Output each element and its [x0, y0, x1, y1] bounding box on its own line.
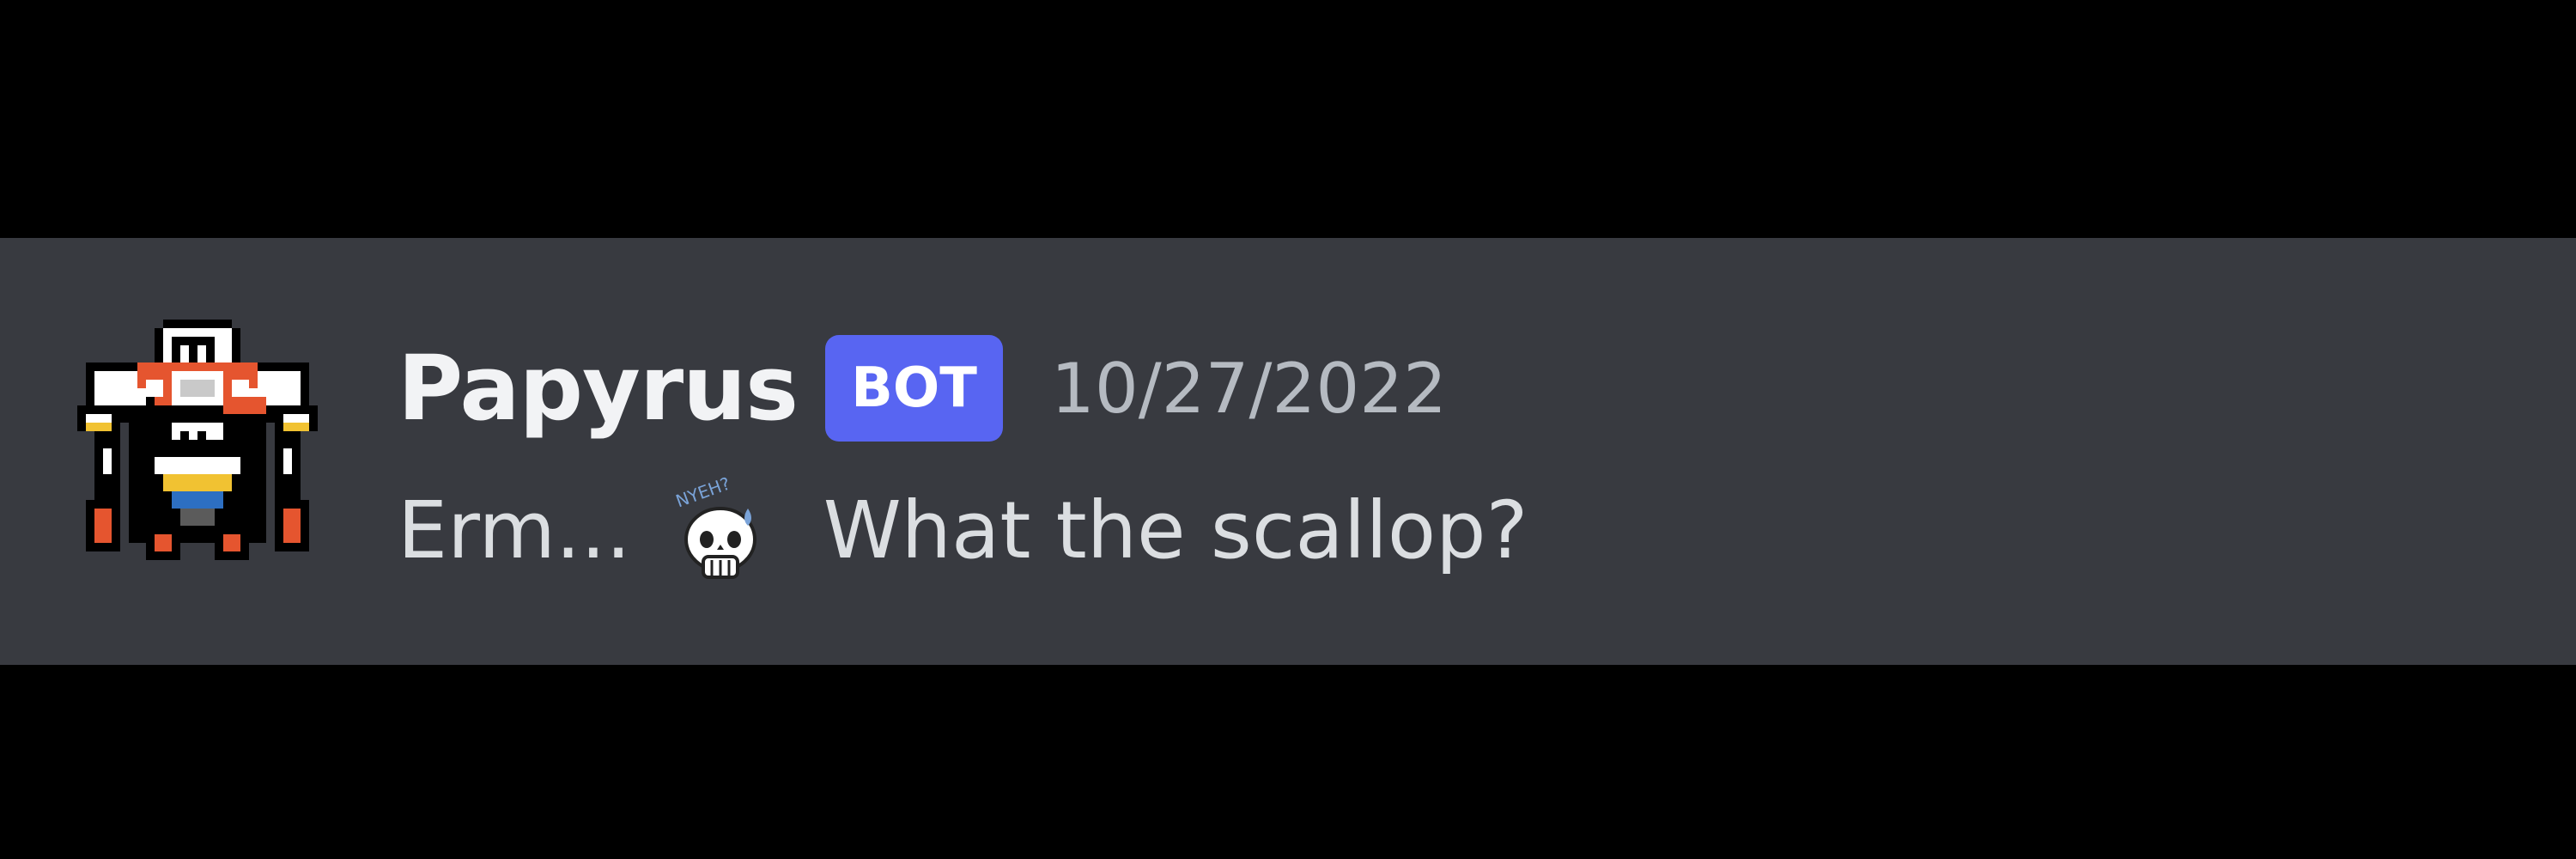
message-content: Erm... NYEH? What the scallop? [398, 474, 1528, 586]
username[interactable]: Papyrus [398, 336, 799, 441]
message-text-before: Erm... [398, 484, 631, 576]
bot-badge: BOT [825, 335, 1003, 442]
papyrus-avatar-icon[interactable] [77, 320, 318, 569]
emoji-caption: NYEH? [672, 474, 732, 511]
papyrus-skull-emoji-icon[interactable]: NYEH? [669, 474, 772, 586]
timestamp: 10/27/2022 [1050, 348, 1448, 429]
message-row: Papyrus BOT 10/27/2022 Erm... NYEH? What… [0, 238, 2576, 665]
message-text-after: What the scallop? [823, 484, 1528, 576]
message-header: Papyrus BOT 10/27/2022 [398, 332, 1447, 444]
